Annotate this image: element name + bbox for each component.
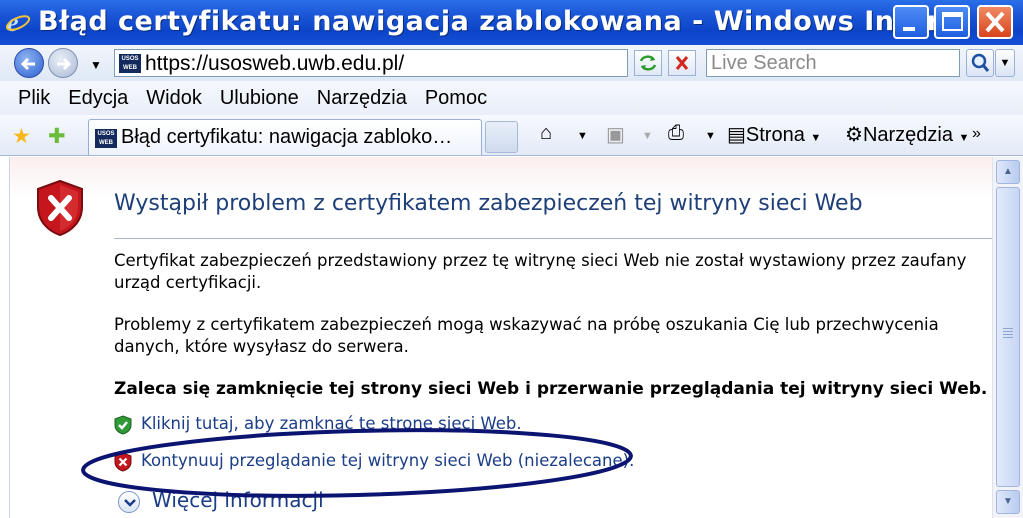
tab-favicon-text-bottom: WEB [99,140,113,146]
page-menu-label: Strona [745,124,805,146]
menu-view[interactable]: Widok [146,87,202,110]
recommendation-text: Zaleca się zamknięcie tej strony sieci W… [114,379,988,399]
menu-bar: Plik Edycja Widok Ulubione Narzędzia Pom… [0,81,1023,115]
favicon-text-top: USOS [121,56,139,62]
recent-pages-dropdown[interactable]: ▼ [90,58,102,72]
tools-menu-button[interactable]: ⚙Narzędzia ▼ [845,122,969,147]
minimize-button[interactable] [893,5,929,39]
page-icon: ▤ [727,124,746,146]
vertical-scrollbar[interactable]: ▲ ▼ [992,157,1023,518]
menu-edit[interactable]: Edycja [68,87,128,110]
annotation-ellipse [81,428,633,498]
address-toolbar: ▼ USOSWEB https://usosweb.uwb.edu.pl/ ▼ … [0,45,1023,81]
description-paragraph-1: Certyfikat zabezpieczeń przedstawiony pr… [114,251,967,292]
search-button[interactable] [966,49,994,77]
print-icon[interactable]: ⎙ [668,122,684,145]
page-menu-arrow: ▼ [810,132,822,144]
svg-text:e: e [7,8,19,36]
add-to-favorites-star-icon[interactable]: ✚ [48,124,66,149]
scroll-up-button[interactable]: ▲ [996,160,1020,184]
page-menu-button[interactable]: ▤Strona ▼ [727,122,821,147]
minimize-icon [903,27,915,31]
gear-icon: ⚙ [845,124,863,146]
menu-file[interactable]: Plik [18,87,50,110]
search-box[interactable] [706,49,960,77]
feeds-dropdown-arrow[interactable]: ▼ [642,130,653,142]
new-tab-button[interactable] [485,121,518,153]
scrollbar-thumb[interactable] [996,187,1020,487]
menu-help[interactable]: Pomoc [425,87,487,110]
home-icon[interactable]: ⌂ [540,122,552,145]
refresh-button[interactable] [634,50,662,76]
stop-button[interactable] [668,50,696,76]
print-dropdown-arrow[interactable]: ▼ [705,130,716,142]
command-bar: ★ ✚ USOS WEB Błąd certyfikatu: nawigacja … [0,115,1023,156]
maximize-button[interactable] [934,5,970,39]
refresh-icon [639,55,657,71]
tab-favicon-text-top: USOS [97,131,115,137]
feeds-icon[interactable]: ▣ [606,122,625,147]
stop-icon [675,56,689,70]
menu-favorites[interactable]: Ulubione [220,87,299,110]
heading-divider [114,238,994,239]
menu-tools[interactable]: Narzędzia [317,87,407,110]
tools-menu-label: Narzędzia [862,124,953,146]
scrollbar-grip [1003,328,1013,340]
tab-title: Błąd certyfikatu: nawigacja zabloko… [121,126,453,148]
certificate-error-page: Wystąpił problem z certyfikatem zabezpie… [9,157,994,518]
tab-favicon: USOS WEB [95,129,117,148]
search-options-dropdown[interactable]: ▼ [995,49,1015,77]
shield-error-icon [37,179,83,237]
site-favicon: USOS WEB [119,54,141,73]
window-title: Błąd certyfikatu: nawigacja zablokowana … [38,6,969,37]
title-bar[interactable]: e Błąd certyfikatu: nawigacja zablokowan… [0,0,1023,45]
close-button[interactable] [977,5,1013,39]
address-bar[interactable]: USOSWEB https://usosweb.uwb.edu.pl/ ▼ [114,49,738,77]
back-button[interactable] [14,48,44,78]
tab-active[interactable]: USOS WEB Błąd certyfikatu: nawigacja zabl… [88,119,482,155]
internet-explorer-icon: e [5,8,31,36]
description-paragraph-2: Problemy z certyfikatem zabezpieczeń mog… [114,315,939,356]
url-text[interactable]: https://usosweb.uwb.edu.pl/ [145,52,404,76]
favicon-text-bottom: WEB [123,65,137,71]
search-icon [971,53,990,72]
back-arrow-icon [20,57,35,71]
favorites-center-star-icon[interactable]: ★ [12,124,31,149]
more-commands-chevron-icon[interactable]: » [972,125,981,143]
forward-button[interactable] [48,48,78,78]
close-icon [985,11,1005,33]
tools-menu-arrow: ▼ [958,132,970,144]
forward-arrow-icon [57,57,72,71]
scroll-down-button[interactable]: ▼ [996,490,1020,514]
maximize-icon [942,12,963,31]
home-dropdown-arrow[interactable]: ▼ [577,130,588,142]
page-title: Wystąpił problem z certyfikatem zabezpie… [114,191,863,216]
search-input[interactable] [707,50,955,76]
